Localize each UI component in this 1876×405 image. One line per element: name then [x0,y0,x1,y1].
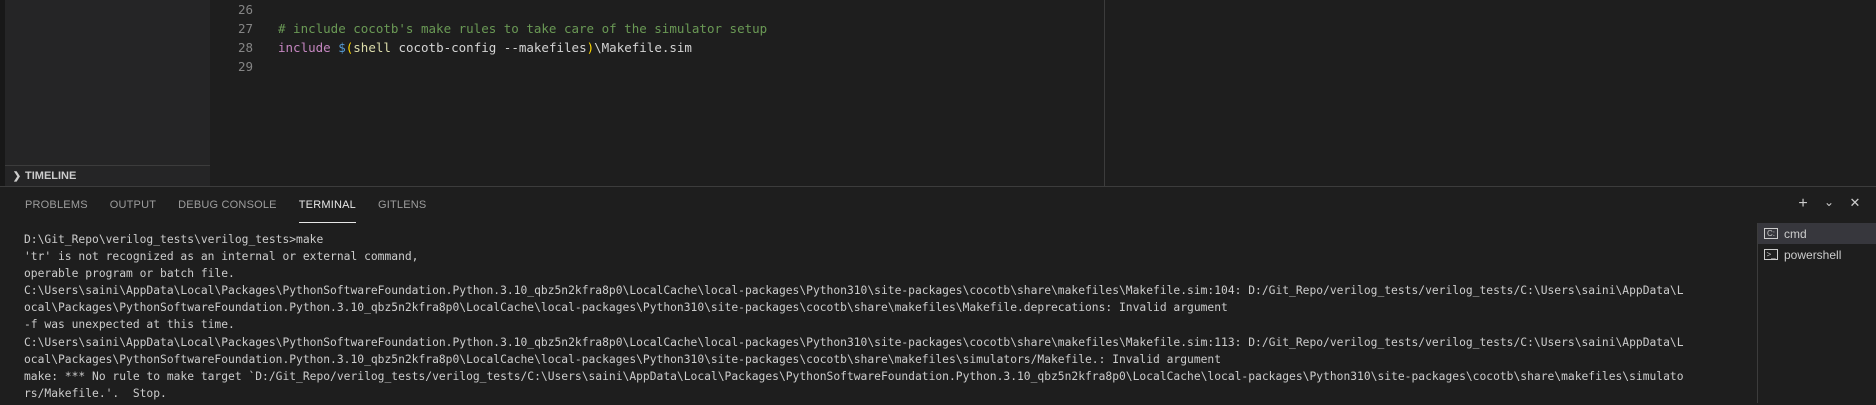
editor-line: 28 include $(shell cocotb-config --makef… [210,38,692,57]
terminal-line: make: *** No rule to make target `D:/Git… [24,369,1684,383]
new-terminal-icon[interactable]: + [1794,195,1812,213]
makefile-path: \Makefile.sim [594,40,692,55]
chevron-right-icon: ❯ [12,170,22,182]
terminal-item-cmd[interactable]: C: cmd [1758,223,1876,244]
dollar-sign: $ [338,40,346,55]
tab-debug-console[interactable]: DEBUG CONSOLE [178,187,277,223]
terminal-line: 'tr' is not recognized as an internal or… [24,250,419,264]
powershell-icon: >_ [1764,249,1778,260]
line-number: 28 [237,40,253,55]
terminal-line: operable program or batch file. [24,267,235,281]
terminal-item-powershell[interactable]: >_ powershell [1758,244,1876,265]
close-panel-icon[interactable]: ✕ [1846,195,1864,213]
terminal-item-label: cmd [1784,226,1807,241]
editor-line: 26 [210,0,253,19]
tab-terminal[interactable]: TERMINAL [298,187,356,223]
terminal-list: C: cmd >_ powershell [1757,223,1876,403]
terminal-line: ocal\Packages\PythonSoftwareFoundation.P… [24,301,1228,315]
chevron-down-icon[interactable]: ⌄ [1820,195,1838,213]
code-text: include $(shell cocotb-config --makefile… [278,40,692,55]
bottom-panel: PROBLEMS OUTPUT DEBUG CONSOLE TERMINAL G… [0,186,1876,405]
code-editor[interactable]: 26 27 # include cocotb's make rules to t… [210,0,1876,186]
panel-actions: + ⌄ ✕ [1794,195,1864,213]
terminal-item-label: powershell [1784,247,1842,262]
terminal-line: C:\Users\saini\AppData\Local\Packages\Py… [24,284,1684,298]
terminal-line: C:\Users\saini\AppData\Local\Packages\Py… [24,335,1684,349]
keyword-include: include [278,40,331,55]
cmd-icon: C: [1764,228,1778,239]
editor-split-divider[interactable] [1104,0,1105,186]
tab-problems[interactable]: PROBLEMS [25,187,88,223]
comment-text: # include cocotb's make rules to take ca… [278,21,768,36]
editor-line: 27 # include cocotb's make rules to take… [210,19,767,38]
terminal-line: D:\Git_Repo\verilog_tests\verilog_tests>… [24,233,324,246]
sidebar [5,0,210,186]
panel-tabs: PROBLEMS OUTPUT DEBUG CONSOLE TERMINAL G… [25,187,448,223]
shell-args: cocotb-config --makefiles [390,40,587,55]
terminal-line: ocal\Packages\PythonSoftwareFoundation.P… [24,352,1222,366]
shell-function: shell [353,40,391,55]
tab-gitlens[interactable]: GITLENS [378,187,426,223]
editor-line: 29 [210,57,253,76]
line-number: 29 [237,59,253,74]
terminal-line: rs/Makefile.'. Stop. [24,386,167,400]
timeline-section-header[interactable]: ❯ TIMELINE [5,165,210,186]
line-number: 26 [237,2,253,17]
terminal-output[interactable]: D:\Git_Repo\verilog_tests\verilog_tests>… [24,231,1754,401]
timeline-label: TIMELINE [25,170,77,182]
close-paren: ) [586,40,595,55]
tab-output[interactable]: OUTPUT [110,187,156,223]
line-number: 27 [237,21,253,36]
terminal-line: -f was unexpected at this time. [24,318,235,332]
